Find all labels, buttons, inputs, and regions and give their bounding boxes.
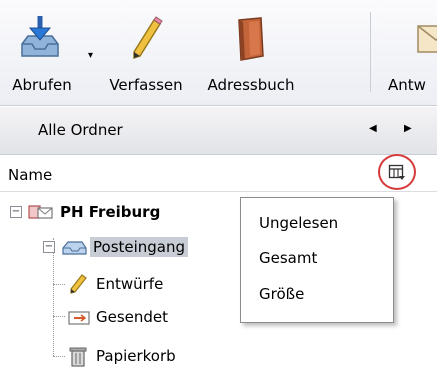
collapse-icon[interactable]: − — [43, 241, 55, 253]
column-header: Name — [0, 154, 437, 192]
sent-folder-icon — [68, 311, 90, 325]
inbox-folder-icon — [62, 241, 87, 255]
column-name-header[interactable]: Name — [8, 166, 52, 184]
collapse-icon[interactable]: − — [10, 206, 22, 218]
get-mail-label: Abrufen — [12, 76, 72, 94]
toolbar-separator — [370, 12, 371, 92]
tree-sent-row[interactable]: Gesendet — [68, 302, 168, 332]
trash-label: Papierkorb — [96, 347, 176, 365]
drafts-pencil-icon — [70, 274, 87, 294]
compose-button[interactable]: Verfassen — [98, 6, 194, 102]
tree-account-row[interactable]: − PH Freiburg — [10, 197, 160, 227]
column-picker-menu: Ungelesen Gesamt Größe — [240, 197, 394, 323]
folder-pane-header: Alle Ordner ◀ ▶ — [0, 107, 437, 155]
prev-view-icon[interactable]: ◀ — [369, 123, 377, 134]
tree-drafts-row[interactable]: Entwürfe — [68, 269, 163, 299]
reply-icon — [417, 25, 437, 53]
tree-trash-row[interactable]: Papierkorb — [68, 341, 176, 370]
sent-label: Gesendet — [96, 308, 169, 326]
tree-connector — [53, 284, 65, 285]
inbox-label: Posteingang — [90, 237, 189, 257]
address-book-button[interactable]: Adressbuch — [198, 6, 304, 102]
pencil-icon — [133, 16, 163, 60]
menu-item-size[interactable]: Größe — [259, 285, 304, 303]
account-name: PH Freiburg — [60, 203, 161, 221]
address-book-label: Adressbuch — [207, 76, 295, 94]
tree-inbox-row[interactable]: − Posteingang — [43, 232, 189, 262]
reply-button[interactable]: Antw — [374, 6, 437, 102]
address-book-icon — [238, 17, 264, 61]
tree-connector — [53, 356, 65, 357]
column-picker-icon[interactable] — [388, 164, 406, 182]
reply-label: Antw — [388, 76, 426, 94]
drafts-label: Entwürfe — [96, 275, 164, 293]
next-view-icon[interactable]: ▶ — [404, 123, 412, 134]
trash-icon — [69, 347, 87, 367]
folder-view-title: Alle Ordner — [38, 121, 123, 139]
toolbar: Abrufen ▾ Verfassen Adressbuch Antw — [0, 0, 437, 106]
inbox-download-icon — [21, 16, 59, 57]
compose-label: Verfassen — [109, 76, 183, 94]
tree-connector — [53, 316, 65, 317]
get-mail-dropdown-icon[interactable]: ▾ — [88, 50, 93, 61]
get-mail-button[interactable]: Abrufen — [0, 6, 84, 102]
menu-item-total[interactable]: Gesamt — [259, 249, 317, 267]
menu-item-unread[interactable]: Ungelesen — [259, 214, 338, 232]
account-icon — [28, 205, 53, 219]
